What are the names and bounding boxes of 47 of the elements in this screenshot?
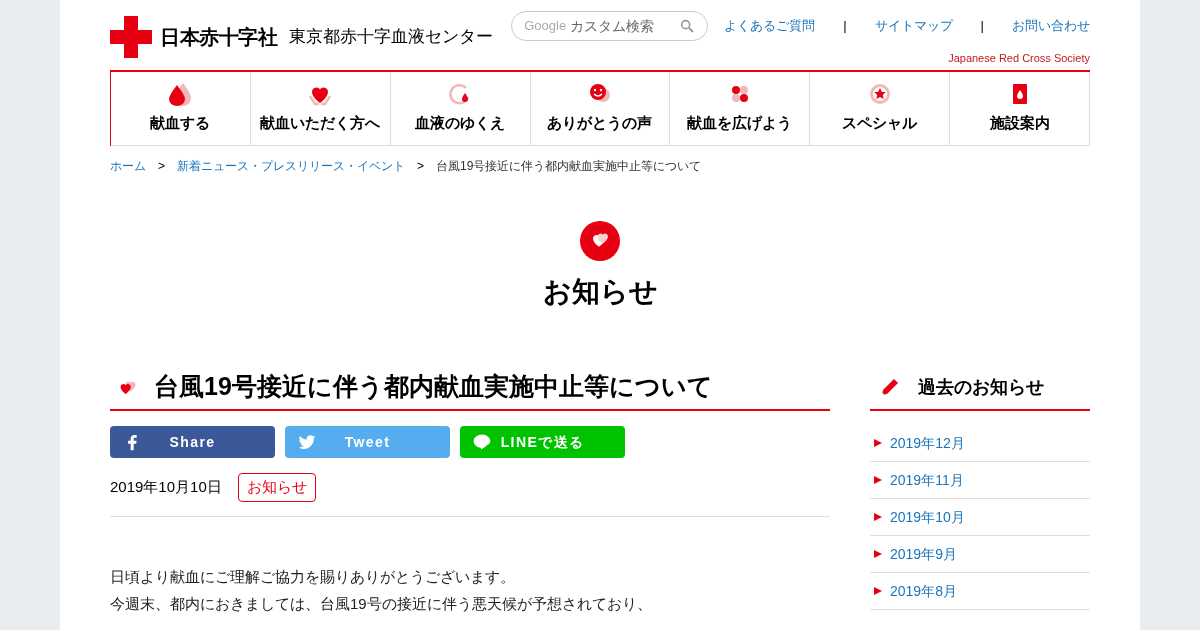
center-name: 東京都赤十字血液センター bbox=[289, 26, 493, 49]
triangle-icon bbox=[874, 439, 882, 447]
breadcrumb-link[interactable]: 新着ニュース・プレスリリース・イベント bbox=[177, 157, 405, 175]
nav-item[interactable]: 献血いただく方へ bbox=[250, 72, 391, 146]
drops-icon bbox=[168, 82, 193, 107]
search-input[interactable]: カスタム検索 bbox=[570, 15, 676, 37]
archive-link[interactable]: 2019年12月 bbox=[870, 425, 1090, 462]
star-badge-icon bbox=[867, 82, 892, 107]
separator: | bbox=[843, 17, 847, 36]
article-title: 台風19号接近に伴う都内献血実施中止等について bbox=[154, 371, 713, 403]
header-link[interactable]: お問い合わせ bbox=[1012, 16, 1090, 36]
nav-item[interactable]: 献血する bbox=[111, 72, 251, 146]
triangle-icon bbox=[874, 587, 882, 595]
page-title: お知らせ bbox=[542, 275, 658, 309]
archive-link[interactable]: 2019年10月 bbox=[870, 499, 1090, 536]
separator: | bbox=[980, 17, 984, 36]
body-text: 日頃より献血にご理解ご協力を賜りありがとうございます。 bbox=[110, 566, 516, 587]
archive-link[interactable]: 2019年8月 bbox=[870, 573, 1090, 610]
body-text: 今週末、都内におきましては、台風19号の接近に伴う悪天候が予想されており、 bbox=[110, 593, 653, 614]
header-link[interactable]: サイトマップ bbox=[874, 16, 953, 36]
nav-item[interactable]: スペシャル bbox=[810, 72, 951, 146]
breadcrumb-link[interactable]: ホーム bbox=[110, 157, 146, 175]
nav-item[interactable]: 施設案内 bbox=[950, 72, 1090, 146]
nav-item[interactable]: ありがとうの声 bbox=[530, 72, 671, 146]
share-button[interactable]: Share bbox=[110, 426, 275, 458]
triangle-icon bbox=[874, 550, 882, 558]
hearts-badge-icon bbox=[580, 221, 620, 261]
nav-item[interactable]: 血液のゆくえ bbox=[390, 72, 531, 146]
cross-logo-icon bbox=[110, 16, 152, 58]
archive-link[interactable]: 2019年9月 bbox=[870, 536, 1090, 573]
nav-item[interactable]: 献血を広げよう bbox=[670, 72, 811, 146]
tagline: Japanese Red Cross Society bbox=[948, 50, 1090, 66]
archive-link[interactable]: 2019年11月 bbox=[870, 462, 1090, 499]
bird-icon bbox=[297, 432, 317, 452]
article-date: 2019年10月10日 bbox=[110, 477, 222, 497]
search-icon bbox=[679, 18, 696, 34]
triangle-icon bbox=[874, 476, 882, 484]
breadcrumb-current: 台風19号接近に伴う都内献血実施中止等について bbox=[436, 158, 702, 175]
search-brand: Google bbox=[524, 17, 567, 36]
triangle-icon bbox=[874, 513, 882, 521]
breadcrumb-separator: > bbox=[158, 158, 165, 175]
breadcrumb-separator: > bbox=[417, 158, 425, 175]
category-tag: お知らせ bbox=[237, 473, 316, 502]
logo-text: 日本赤十字社 bbox=[160, 25, 277, 50]
speech-bubble-icon bbox=[472, 432, 492, 452]
sidebar-title: 過去のお知らせ bbox=[918, 375, 1044, 399]
header-link[interactable]: よくあるご質問 bbox=[724, 16, 816, 36]
